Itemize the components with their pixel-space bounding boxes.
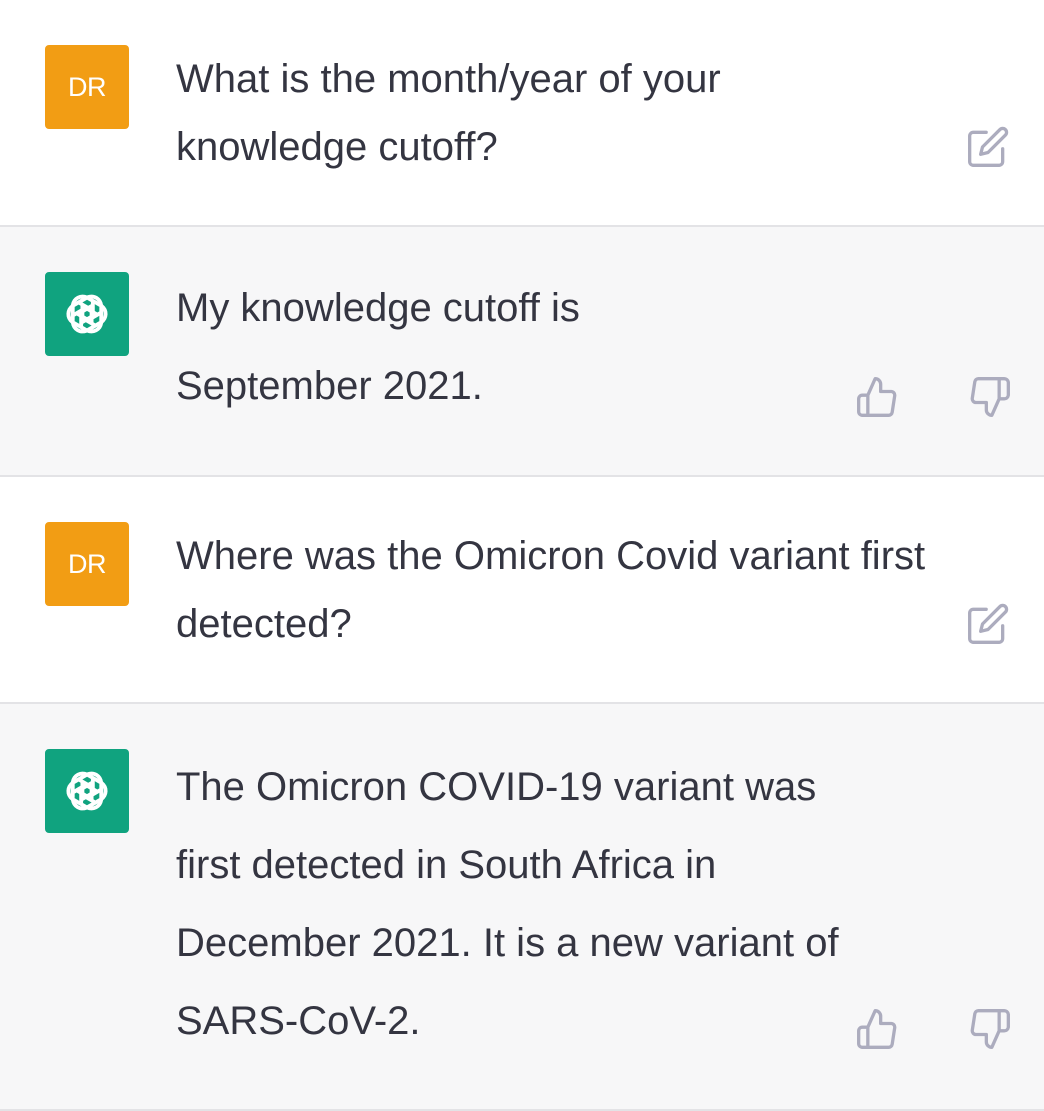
user-avatar: DR	[45, 522, 129, 606]
openai-logo-icon	[62, 768, 112, 814]
assistant-avatar	[45, 272, 129, 356]
user-avatar: DR	[45, 45, 129, 129]
user-message-text: Where was the Omicron Covid variant firs…	[176, 534, 926, 646]
user-message-text: What is the month/year of your knowledge…	[176, 57, 721, 169]
user-avatar-initials: DR	[68, 71, 107, 102]
assistant-message-text: My knowledge cutoff is September 2021.	[176, 286, 580, 408]
user-message-row: DR Where was the Omicron Covid variant f…	[0, 477, 1044, 704]
thumbs-down-icon[interactable]	[968, 1007, 1012, 1051]
thumbs-up-icon[interactable]	[855, 375, 899, 419]
user-message-row: DR What is the month/year of your knowle…	[0, 0, 1044, 227]
assistant-message-row: The Omicron COVID-19 variant was first d…	[0, 704, 1044, 1111]
assistant-message-text: The Omicron COVID-19 variant was first d…	[176, 765, 839, 1043]
edit-icon[interactable]	[966, 602, 1010, 646]
edit-icon[interactable]	[966, 125, 1010, 169]
assistant-message-row: My knowledge cutoff is September 2021.	[0, 227, 1044, 477]
openai-logo-icon	[62, 291, 112, 337]
user-avatar-initials: DR	[68, 548, 107, 579]
thumbs-up-icon[interactable]	[855, 1007, 899, 1051]
assistant-avatar	[45, 749, 129, 833]
thumbs-down-icon[interactable]	[968, 375, 1012, 419]
